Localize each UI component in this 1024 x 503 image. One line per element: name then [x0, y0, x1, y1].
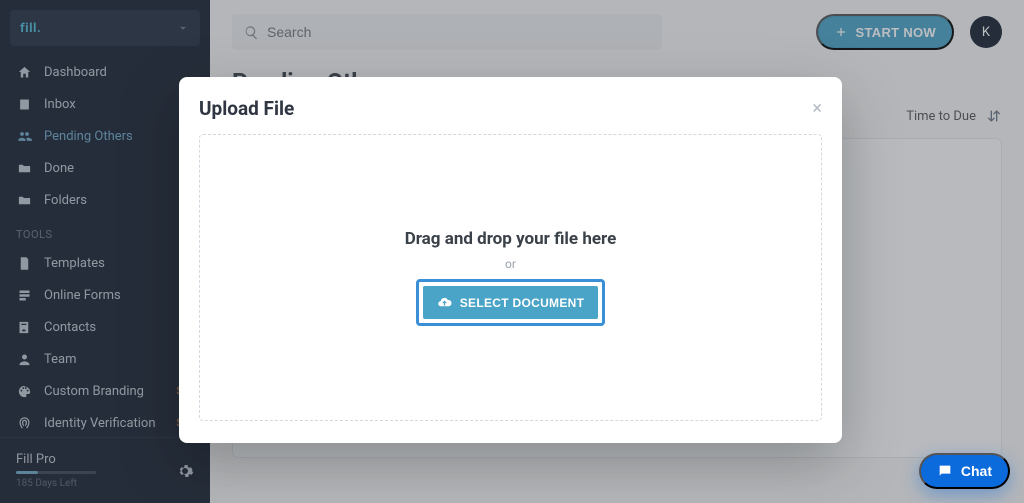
chat-button[interactable]: Chat: [919, 453, 1010, 489]
select-document-button[interactable]: SELECT DOCUMENT: [423, 286, 599, 319]
upload-file-modal: Upload File × Drag and drop your file he…: [179, 77, 842, 443]
cloud-upload-icon: [437, 295, 452, 310]
dropzone-instruction: Drag and drop your file here: [405, 229, 617, 249]
modal-title: Upload File: [199, 97, 294, 120]
chat-icon: [937, 463, 953, 479]
file-dropzone[interactable]: Drag and drop your file here or SELECT D…: [199, 134, 822, 421]
dropzone-or: or: [505, 257, 516, 271]
select-document-label: SELECT DOCUMENT: [460, 296, 585, 310]
close-icon[interactable]: ×: [812, 100, 822, 118]
chat-label: Chat: [961, 463, 992, 479]
select-document-highlight: SELECT DOCUMENT: [416, 279, 606, 326]
